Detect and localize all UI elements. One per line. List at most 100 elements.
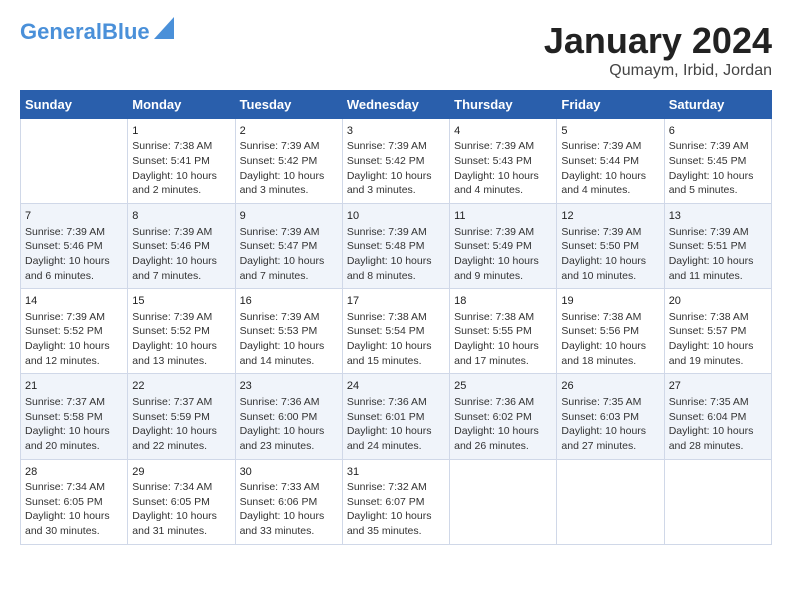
sunrise: Sunrise: 7:39 AM (669, 225, 767, 240)
sunset: Sunset: 5:49 PM (454, 239, 552, 254)
logo-arrow-icon (154, 17, 174, 39)
sunset: Sunset: 5:42 PM (240, 154, 338, 169)
header-monday: Monday (128, 91, 235, 119)
header-wednesday: Wednesday (342, 91, 449, 119)
day-number: 19 (561, 294, 659, 309)
day-number: 6 (669, 124, 767, 139)
calendar-table: Sunday Monday Tuesday Wednesday Thursday… (20, 90, 772, 545)
daylight: Daylight: 10 hours and 12 minutes. (25, 339, 123, 368)
daylight: Daylight: 10 hours and 13 minutes. (132, 339, 230, 368)
calendar-day-3: 2 Sunrise: 7:39 AM Sunset: 5:42 PM Dayli… (235, 119, 342, 204)
sunset: Sunset: 5:52 PM (132, 324, 230, 339)
calendar-day-28: 27 Sunrise: 7:35 AM Sunset: 6:04 PM Dayl… (664, 374, 771, 459)
calendar-day-26: 25 Sunrise: 7:36 AM Sunset: 6:02 PM Dayl… (450, 374, 557, 459)
sunrise: Sunrise: 7:37 AM (132, 395, 230, 410)
sunset: Sunset: 6:03 PM (561, 410, 659, 425)
sunset: Sunset: 5:50 PM (561, 239, 659, 254)
header-tuesday: Tuesday (235, 91, 342, 119)
calendar-day-29: 28 Sunrise: 7:34 AM Sunset: 6:05 PM Dayl… (21, 459, 128, 544)
day-number: 1 (132, 124, 230, 139)
sunrise: Sunrise: 7:35 AM (669, 395, 767, 410)
daylight: Daylight: 10 hours and 6 minutes. (25, 254, 123, 283)
sunset: Sunset: 5:42 PM (347, 154, 445, 169)
calendar-title: January 2024 (544, 20, 772, 62)
calendar-day-35 (664, 459, 771, 544)
daylight: Daylight: 10 hours and 8 minutes. (347, 254, 445, 283)
header-row: Sunday Monday Tuesday Wednesday Thursday… (21, 91, 772, 119)
calendar-day-14: 13 Sunrise: 7:39 AM Sunset: 5:51 PM Dayl… (664, 204, 771, 289)
daylight: Daylight: 10 hours and 18 minutes. (561, 339, 659, 368)
title-block: January 2024 Qumaym, Irbid, Jordan (544, 20, 772, 80)
calendar-day-16: 15 Sunrise: 7:39 AM Sunset: 5:52 PM Dayl… (128, 289, 235, 374)
sunrise: Sunrise: 7:36 AM (454, 395, 552, 410)
sunrise: Sunrise: 7:34 AM (132, 480, 230, 495)
day-number: 18 (454, 294, 552, 309)
daylight: Daylight: 10 hours and 24 minutes. (347, 424, 445, 453)
day-number: 13 (669, 209, 767, 224)
calendar-day-19: 18 Sunrise: 7:38 AM Sunset: 5:55 PM Dayl… (450, 289, 557, 374)
calendar-day-18: 17 Sunrise: 7:38 AM Sunset: 5:54 PM Dayl… (342, 289, 449, 374)
sunrise: Sunrise: 7:39 AM (240, 310, 338, 325)
calendar-day-2: 1 Sunrise: 7:38 AM Sunset: 5:41 PM Dayli… (128, 119, 235, 204)
sunrise: Sunrise: 7:37 AM (25, 395, 123, 410)
daylight: Daylight: 10 hours and 14 minutes. (240, 339, 338, 368)
calendar-day-10: 9 Sunrise: 7:39 AM Sunset: 5:47 PM Dayli… (235, 204, 342, 289)
daylight: Daylight: 10 hours and 33 minutes. (240, 509, 338, 538)
sunset: Sunset: 5:53 PM (240, 324, 338, 339)
daylight: Daylight: 10 hours and 15 minutes. (347, 339, 445, 368)
daylight: Daylight: 10 hours and 4 minutes. (454, 169, 552, 198)
day-number: 25 (454, 379, 552, 394)
daylight: Daylight: 10 hours and 22 minutes. (132, 424, 230, 453)
day-number: 12 (561, 209, 659, 224)
daylight: Daylight: 10 hours and 11 minutes. (669, 254, 767, 283)
calendar-day-25: 24 Sunrise: 7:36 AM Sunset: 6:01 PM Dayl… (342, 374, 449, 459)
daylight: Daylight: 10 hours and 27 minutes. (561, 424, 659, 453)
daylight: Daylight: 10 hours and 19 minutes. (669, 339, 767, 368)
sunrise: Sunrise: 7:36 AM (347, 395, 445, 410)
day-number: 23 (240, 379, 338, 394)
sunrise: Sunrise: 7:39 AM (25, 225, 123, 240)
sunrise: Sunrise: 7:39 AM (132, 225, 230, 240)
sunrise: Sunrise: 7:39 AM (132, 310, 230, 325)
sunset: Sunset: 5:55 PM (454, 324, 552, 339)
calendar-day-30: 29 Sunrise: 7:34 AM Sunset: 6:05 PM Dayl… (128, 459, 235, 544)
day-number: 24 (347, 379, 445, 394)
sunrise: Sunrise: 7:38 AM (347, 310, 445, 325)
calendar-day-6: 5 Sunrise: 7:39 AM Sunset: 5:44 PM Dayli… (557, 119, 664, 204)
sunset: Sunset: 5:41 PM (132, 154, 230, 169)
calendar-week-4: 21 Sunrise: 7:37 AM Sunset: 5:58 PM Dayl… (21, 374, 772, 459)
daylight: Daylight: 10 hours and 35 minutes. (347, 509, 445, 538)
sunrise: Sunrise: 7:38 AM (669, 310, 767, 325)
header-thursday: Thursday (450, 91, 557, 119)
day-number: 27 (669, 379, 767, 394)
daylight: Daylight: 10 hours and 10 minutes. (561, 254, 659, 283)
sunrise: Sunrise: 7:38 AM (132, 139, 230, 154)
day-number: 16 (240, 294, 338, 309)
sunset: Sunset: 5:46 PM (132, 239, 230, 254)
day-number: 10 (347, 209, 445, 224)
daylight: Daylight: 10 hours and 23 minutes. (240, 424, 338, 453)
calendar-day-17: 16 Sunrise: 7:39 AM Sunset: 5:53 PM Dayl… (235, 289, 342, 374)
sunrise: Sunrise: 7:38 AM (454, 310, 552, 325)
daylight: Daylight: 10 hours and 3 minutes. (347, 169, 445, 198)
calendar-day-7: 6 Sunrise: 7:39 AM Sunset: 5:45 PM Dayli… (664, 119, 771, 204)
calendar-day-15: 14 Sunrise: 7:39 AM Sunset: 5:52 PM Dayl… (21, 289, 128, 374)
calendar-day-1 (21, 119, 128, 204)
calendar-day-27: 26 Sunrise: 7:35 AM Sunset: 6:03 PM Dayl… (557, 374, 664, 459)
day-number: 7 (25, 209, 123, 224)
calendar-day-9: 8 Sunrise: 7:39 AM Sunset: 5:46 PM Dayli… (128, 204, 235, 289)
sunset: Sunset: 6:05 PM (132, 495, 230, 510)
calendar-day-8: 7 Sunrise: 7:39 AM Sunset: 5:46 PM Dayli… (21, 204, 128, 289)
sunrise: Sunrise: 7:33 AM (240, 480, 338, 495)
sunset: Sunset: 5:56 PM (561, 324, 659, 339)
sunrise: Sunrise: 7:39 AM (454, 225, 552, 240)
day-number: 14 (25, 294, 123, 309)
sunrise: Sunrise: 7:39 AM (240, 225, 338, 240)
day-number: 31 (347, 465, 445, 480)
sunset: Sunset: 5:57 PM (669, 324, 767, 339)
day-number: 28 (25, 465, 123, 480)
day-number: 3 (347, 124, 445, 139)
sunrise: Sunrise: 7:39 AM (240, 139, 338, 154)
day-number: 9 (240, 209, 338, 224)
sunset: Sunset: 5:48 PM (347, 239, 445, 254)
